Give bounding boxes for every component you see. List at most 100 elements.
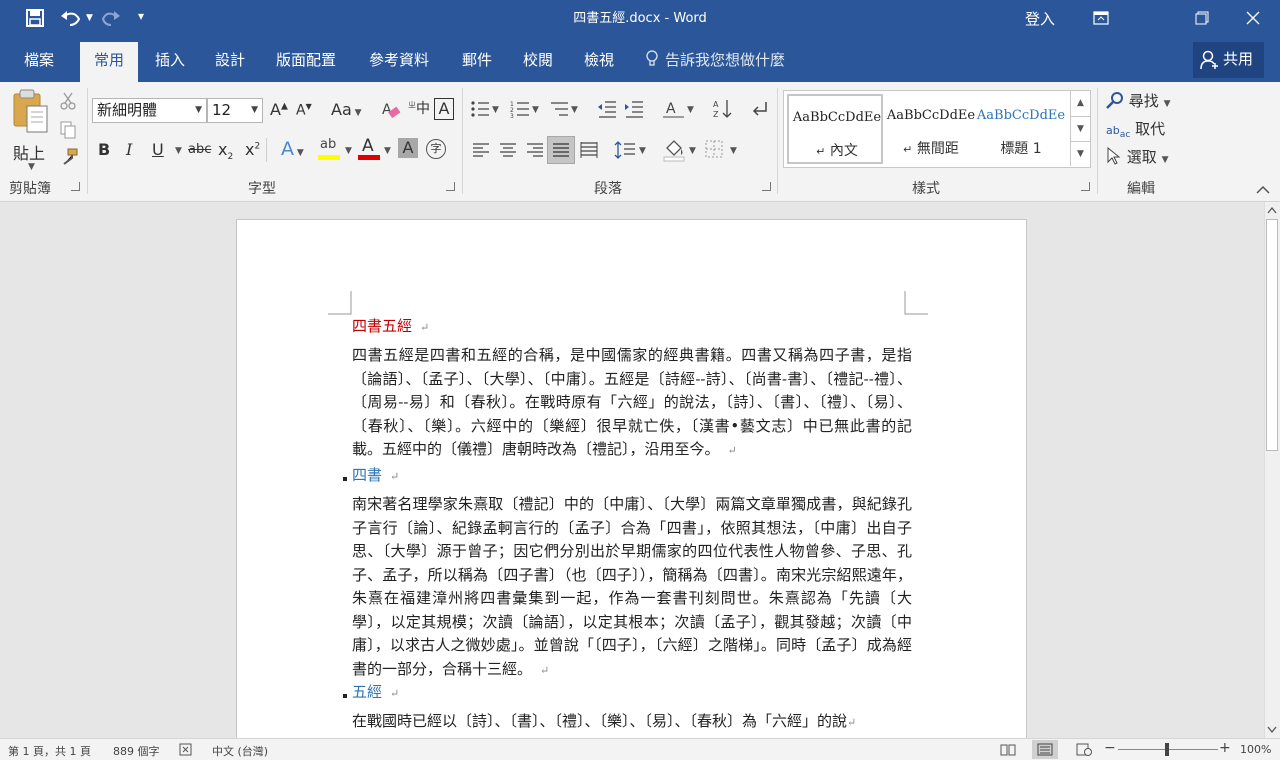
close-icon[interactable] <box>1230 4 1276 32</box>
sort-icon[interactable]: AZ <box>713 98 733 120</box>
customize-icon[interactable]: ▾ <box>138 9 144 23</box>
paste-button[interactable]: 貼上 ▼ <box>10 88 54 172</box>
zoom-in-button[interactable]: + <box>1219 740 1231 756</box>
heading-four-books[interactable]: 四書 ↵ <box>352 464 399 485</box>
subscript-button[interactable]: x2 <box>218 140 233 162</box>
tab-view[interactable]: 檢視 <box>572 49 626 82</box>
numbering-icon[interactable]: 123 <box>510 100 530 118</box>
text-direction-dropdown-icon[interactable]: ▼ <box>687 105 694 115</box>
find-button[interactable]: 尋找 ▼ <box>1106 90 1171 111</box>
web-layout-icon[interactable] <box>1076 743 1092 756</box>
undo-icon[interactable] <box>60 9 82 27</box>
tab-home[interactable]: 常用 <box>80 42 139 82</box>
tab-mailings[interactable]: 郵件 <box>450 49 504 82</box>
styles-scroll-down-icon[interactable]: ▼ <box>1070 116 1090 141</box>
shading-dropdown-icon[interactable]: ▼ <box>689 146 696 156</box>
font-name-combo[interactable]: 新細明體 ▼ <box>92 98 207 123</box>
page-count[interactable]: 第 1 頁，共 1 頁 <box>8 743 91 759</box>
font-launcher-icon[interactable] <box>446 182 455 191</box>
font-color-button[interactable]: A <box>358 136 382 162</box>
scroll-up-icon[interactable] <box>1267 206 1277 214</box>
justify-button[interactable] <box>547 136 575 164</box>
paragraph-four-books[interactable]: 南宋著名理學家朱熹取〔禮記〕中的〔中庸〕、〔大學〕兩篇文章單獨成書，與紀錄孔子言… <box>352 493 912 682</box>
grow-font-button[interactable]: A▲ <box>270 100 288 119</box>
paste-dropdown-icon[interactable]: ▼ <box>28 162 35 172</box>
tab-design[interactable]: 設計 <box>203 49 257 82</box>
align-right-icon[interactable] <box>526 142 544 158</box>
style-normal[interactable]: AaBbCcDdEe ↵ 內文 <box>787 94 883 164</box>
scroll-down-icon[interactable] <box>1267 726 1277 734</box>
font-color-dropdown-icon[interactable]: ▼ <box>384 146 391 156</box>
signin-link[interactable]: 登入 <box>1025 8 1055 29</box>
document-title[interactable]: 四書五經 ↵ <box>352 315 429 336</box>
highlight-dropdown-icon[interactable]: ▼ <box>345 146 352 156</box>
save-icon[interactable] <box>26 9 44 27</box>
zoom-level[interactable]: 100% <box>1240 743 1271 756</box>
character-border-button[interactable]: A <box>434 98 454 120</box>
align-center-icon[interactable] <box>499 142 517 158</box>
shading-icon[interactable] <box>663 138 685 162</box>
shrink-font-button[interactable]: A▼ <box>296 102 312 119</box>
increase-indent-icon[interactable] <box>624 100 644 118</box>
redo-icon[interactable] <box>101 9 121 27</box>
distributed-icon[interactable] <box>580 141 598 159</box>
text-direction-icon[interactable]: A <box>663 98 685 120</box>
paragraph-five-classics[interactable]: 在戰國時已經以〔詩〕、〔書〕、〔禮〕、〔樂〕、〔易〕、〔春秋〕為「六經」的說↵ <box>352 710 912 736</box>
ribbon-display-icon[interactable] <box>1078 4 1124 32</box>
undo-dropdown-icon[interactable]: ▼ <box>86 13 93 23</box>
change-case-button[interactable]: Aa ▼ <box>331 100 362 119</box>
superscript-button[interactable]: x2 <box>245 140 260 159</box>
copy-icon[interactable] <box>60 121 77 139</box>
underline-button[interactable]: U <box>152 140 164 159</box>
italic-button[interactable]: I <box>126 140 132 159</box>
borders-icon[interactable] <box>705 140 723 158</box>
tab-insert[interactable]: 插入 <box>143 49 197 82</box>
zoom-slider-thumb[interactable] <box>1165 743 1169 756</box>
bullets-icon[interactable] <box>470 100 490 118</box>
replace-button[interactable]: abac 取代 <box>1106 118 1165 140</box>
text-effects-button[interactable]: A ▼ <box>281 138 304 160</box>
clear-formatting-icon[interactable]: A <box>381 100 401 120</box>
numbering-dropdown-icon[interactable]: ▼ <box>532 105 539 115</box>
cut-icon[interactable] <box>60 92 76 110</box>
scrollbar-thumb[interactable] <box>1266 219 1278 451</box>
paragraph-launcher-icon[interactable] <box>762 182 771 191</box>
decrease-indent-icon[interactable] <box>597 100 617 118</box>
paragraph-intro[interactable]: 四書五經是四書和五經的合稱，是中國儒家的經典書籍。四書又稱為四子書，是指〔論語〕… <box>352 344 912 462</box>
font-size-combo[interactable]: 12 ▼ <box>207 98 263 123</box>
tab-file[interactable]: 檔案 <box>12 49 66 82</box>
multilevel-list-icon[interactable] <box>549 100 569 118</box>
format-painter-icon[interactable] <box>60 148 78 166</box>
collapse-ribbon-icon[interactable] <box>1256 185 1270 195</box>
restore-icon[interactable] <box>1179 4 1225 32</box>
borders-dropdown-icon[interactable]: ▼ <box>730 146 737 156</box>
styles-scroll-up-icon[interactable]: ▲ <box>1070 91 1090 116</box>
select-button[interactable]: 選取 ▼ <box>1106 146 1169 167</box>
tell-me-search[interactable]: 告訴我您想做什麼 <box>645 49 785 71</box>
strikethrough-button[interactable]: abc <box>188 142 211 157</box>
proofing-icon[interactable] <box>179 743 194 756</box>
tab-references[interactable]: 參考資料 <box>357 49 441 82</box>
phonetic-guide-button[interactable]: ㄓ中 <box>408 98 430 118</box>
read-mode-icon[interactable] <box>1000 743 1016 756</box>
share-button[interactable]: 共用 <box>1193 42 1264 78</box>
align-left-icon[interactable] <box>472 142 490 158</box>
show-hide-marks-icon[interactable] <box>750 100 768 118</box>
character-shading-button[interactable]: A <box>398 138 418 158</box>
style-heading-1[interactable]: AaBbCcDdEe 標題 1 <box>973 94 1069 164</box>
language-indicator[interactable]: 中文 (台灣) <box>212 743 268 759</box>
word-count[interactable]: 889 個字 <box>113 743 160 759</box>
line-spacing-icon[interactable] <box>614 140 636 160</box>
tab-review[interactable]: 校閱 <box>511 49 565 82</box>
line-spacing-dropdown-icon[interactable]: ▼ <box>639 146 646 156</box>
multilevel-dropdown-icon[interactable]: ▼ <box>571 105 578 115</box>
tab-layout[interactable]: 版面配置 <box>264 49 348 82</box>
heading-five-classics[interactable]: 五經 ↵ <box>352 681 399 702</box>
styles-more-icon[interactable]: ▼ <box>1070 141 1090 166</box>
highlight-button[interactable]: ab <box>318 137 344 161</box>
clipboard-launcher-icon[interactable] <box>71 182 80 191</box>
style-no-spacing[interactable]: AaBbCcDdEe ↵ 無間距 <box>883 94 979 164</box>
bold-button[interactable]: B <box>98 140 110 159</box>
zoom-out-button[interactable]: − <box>1104 740 1116 756</box>
enclose-characters-button[interactable]: 字 <box>426 139 446 159</box>
